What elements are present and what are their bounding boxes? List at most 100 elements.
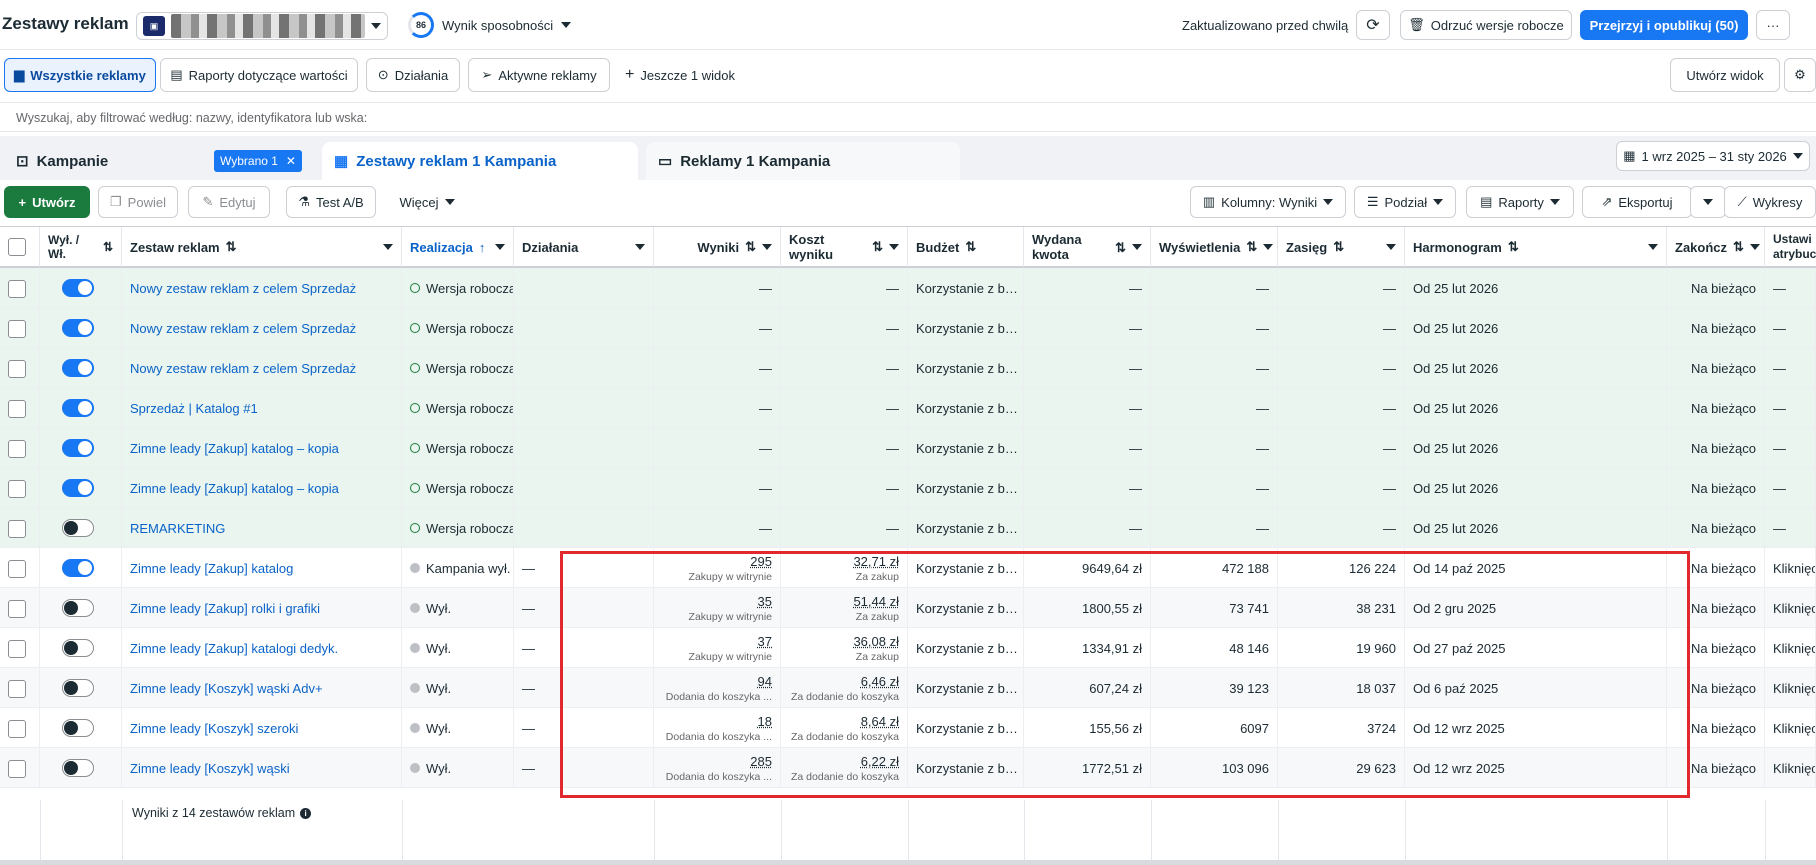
- cell-name[interactable]: Zimne leady [Zakup] katalog: [122, 548, 402, 588]
- cell-results-value: —: [759, 320, 772, 336]
- export-options-button[interactable]: [1690, 186, 1726, 218]
- row-checkbox[interactable]: [8, 640, 26, 658]
- cell-name[interactable]: REMARKETING: [122, 508, 402, 548]
- search-input[interactable]: Wyszukaj, aby filtrować według: nazwy, i…: [0, 102, 1816, 132]
- row-toggle-switch[interactable]: [62, 759, 94, 777]
- row-checkbox[interactable]: [8, 480, 26, 498]
- cell-name[interactable]: Zimne leady [Koszyk] szeroki: [122, 708, 402, 748]
- col-reach[interactable]: Zasięg ⇅: [1278, 227, 1405, 267]
- opportunity-score[interactable]: 86 Wynik sposobności: [408, 12, 572, 38]
- cell-impressions: —: [1151, 348, 1278, 388]
- col-cost[interactable]: Koszt wyniku ⇅: [781, 227, 908, 267]
- row-toggle-switch[interactable]: [62, 399, 94, 417]
- adset-name-link[interactable]: Nowy zestaw reklam z celem Sprzedaż: [130, 321, 356, 336]
- row-checkbox[interactable]: [8, 520, 26, 538]
- create-view-button[interactable]: Utwórz widok: [1670, 58, 1780, 92]
- col-budget[interactable]: Budżet ⇅: [908, 227, 1024, 267]
- cell-name[interactable]: Zimne leady [Zakup] katalogi dedyk.: [122, 628, 402, 668]
- row-checkbox[interactable]: [8, 760, 26, 778]
- adset-name-link[interactable]: Zimne leady [Koszyk] szeroki: [130, 721, 298, 736]
- adset-name-link[interactable]: REMARKETING: [130, 521, 225, 536]
- account-selector[interactable]: ▣: [136, 12, 388, 40]
- cell-name[interactable]: Zimne leady [Koszyk] wąski: [122, 748, 402, 788]
- horizontal-scrollbar[interactable]: [0, 860, 1816, 865]
- tab-ads[interactable]: ▭ Reklamy 1 Kampania: [646, 142, 960, 180]
- row-checkbox[interactable]: [8, 560, 26, 578]
- breakdown-button[interactable]: ☰ Podział: [1354, 186, 1456, 218]
- adset-name-link[interactable]: Zimne leady [Zakup] katalog – kopia: [130, 481, 339, 496]
- col-toggle[interactable]: Wył. / Wł. ⇅: [40, 227, 122, 267]
- row-checkbox[interactable]: [8, 600, 26, 618]
- col-results[interactable]: Wyniki ⇅: [654, 227, 781, 267]
- col-spent[interactable]: Wydana kwota ⇅: [1024, 227, 1151, 267]
- charts-button[interactable]: ⟋ Wykresy: [1724, 186, 1816, 218]
- cell-name[interactable]: Sprzedaż | Katalog #1: [122, 388, 402, 428]
- row-toggle-switch[interactable]: [62, 439, 94, 457]
- row-checkbox[interactable]: [8, 320, 26, 338]
- adset-name-link[interactable]: Zimne leady [Zakup] katalog – kopia: [130, 441, 339, 456]
- cell-name[interactable]: Nowy zestaw reklam z celem Sprzedaż: [122, 348, 402, 388]
- row-toggle-switch[interactable]: [62, 519, 94, 537]
- row-toggle-switch[interactable]: [62, 479, 94, 497]
- edit-button[interactable]: ✎ Edytuj: [188, 186, 270, 218]
- ab-test-button[interactable]: ⚗ Test A/B: [286, 186, 376, 218]
- col-delivery[interactable]: Realizacja ↑: [402, 227, 514, 267]
- row-toggle-switch[interactable]: [62, 359, 94, 377]
- selected-filter-chip[interactable]: Wybrano 1 ✕: [214, 150, 302, 172]
- more-views-button[interactable]: + Jeszcze 1 widok: [618, 58, 742, 92]
- col-attribution[interactable]: Ustawi atrybuc: [1765, 227, 1816, 267]
- view-settings-button[interactable]: ⚙: [1784, 58, 1816, 92]
- adset-name-link[interactable]: Zimne leady [Koszyk] wąski: [130, 761, 290, 776]
- tab-adsets[interactable]: ▦ Zestawy reklam 1 Kampania: [322, 142, 638, 180]
- adset-name-link[interactable]: Zimne leady [Koszyk] wąski Adv+: [130, 681, 323, 696]
- row-toggle-switch[interactable]: [62, 279, 94, 297]
- view-actions[interactable]: ⊙ Działania: [366, 58, 460, 92]
- discard-drafts-button[interactable]: 🗑 Odrzuć wersje robocze: [1400, 10, 1572, 40]
- view-all-ads[interactable]: ▆ Wszystkie reklamy: [4, 58, 156, 92]
- row-checkbox[interactable]: [8, 360, 26, 378]
- duplicate-button[interactable]: ❐ Powiel: [98, 186, 178, 218]
- adset-name-link[interactable]: Zimne leady [Zakup] katalog: [130, 561, 293, 576]
- view-value-reports[interactable]: ▤ Raporty dotyczące wartości: [160, 58, 358, 92]
- close-icon[interactable]: ✕: [286, 154, 296, 168]
- cell-name[interactable]: Zimne leady [Koszyk] wąski Adv+: [122, 668, 402, 708]
- col-schedule[interactable]: Harmonogram ⇅: [1405, 227, 1667, 267]
- row-checkbox[interactable]: [8, 400, 26, 418]
- info-icon[interactable]: i: [300, 807, 312, 819]
- row-checkbox[interactable]: [8, 280, 26, 298]
- export-button[interactable]: ⇗ Eksportuj: [1582, 186, 1692, 218]
- view-active-ads[interactable]: ➢ Aktywne reklamy: [468, 58, 610, 92]
- adset-name-link[interactable]: Nowy zestaw reklam z celem Sprzedaż: [130, 281, 356, 296]
- adset-name-link[interactable]: Zimne leady [Zakup] katalogi dedyk.: [130, 641, 338, 656]
- row-toggle-switch[interactable]: [62, 719, 94, 737]
- row-checkbox[interactable]: [8, 720, 26, 738]
- col-actions[interactable]: Działania: [514, 227, 654, 267]
- adset-name-link[interactable]: Nowy zestaw reklam z celem Sprzedaż: [130, 361, 356, 376]
- row-toggle-switch[interactable]: [62, 599, 94, 617]
- adset-name-link[interactable]: Zimne leady [Zakup] rolki i grafiki: [130, 601, 320, 616]
- col-name[interactable]: Zestaw reklam ⇅: [122, 227, 402, 267]
- more-options-button[interactable]: ···: [1756, 10, 1790, 40]
- cell-name[interactable]: Zimne leady [Zakup] rolki i grafiki: [122, 588, 402, 628]
- review-publish-button[interactable]: Przejrzyj i opublikuj (50): [1580, 10, 1748, 40]
- date-range-picker[interactable]: ▦ 1 wrz 2025 – 31 sty 2026: [1616, 141, 1810, 171]
- reports-button[interactable]: ▤ Raporty: [1466, 186, 1574, 218]
- cell-name[interactable]: Zimne leady [Zakup] katalog – kopia: [122, 428, 402, 468]
- cell-name[interactable]: Nowy zestaw reklam z celem Sprzedaż: [122, 308, 402, 348]
- row-checkbox[interactable]: [8, 440, 26, 458]
- row-toggle-switch[interactable]: [62, 319, 94, 337]
- columns-button[interactable]: ▥ Kolumny: Wyniki: [1190, 186, 1346, 218]
- row-toggle-switch[interactable]: [62, 559, 94, 577]
- cell-name[interactable]: Zimne leady [Zakup] katalog – kopia: [122, 468, 402, 508]
- col-ends[interactable]: Zakończ ⇅: [1667, 227, 1765, 267]
- adset-name-link[interactable]: Sprzedaż | Katalog #1: [130, 401, 258, 416]
- row-toggle-switch[interactable]: [62, 679, 94, 697]
- create-button[interactable]: + Utwórz: [4, 186, 90, 218]
- row-toggle-switch[interactable]: [62, 639, 94, 657]
- more-actions-button[interactable]: Więcej: [392, 186, 462, 218]
- select-all-checkbox[interactable]: [8, 238, 26, 256]
- col-impressions[interactable]: Wyświetlenia ⇅: [1151, 227, 1278, 267]
- row-checkbox[interactable]: [8, 680, 26, 698]
- refresh-button[interactable]: ⟳: [1356, 10, 1390, 40]
- cell-name[interactable]: Nowy zestaw reklam z celem Sprzedaż: [122, 268, 402, 308]
